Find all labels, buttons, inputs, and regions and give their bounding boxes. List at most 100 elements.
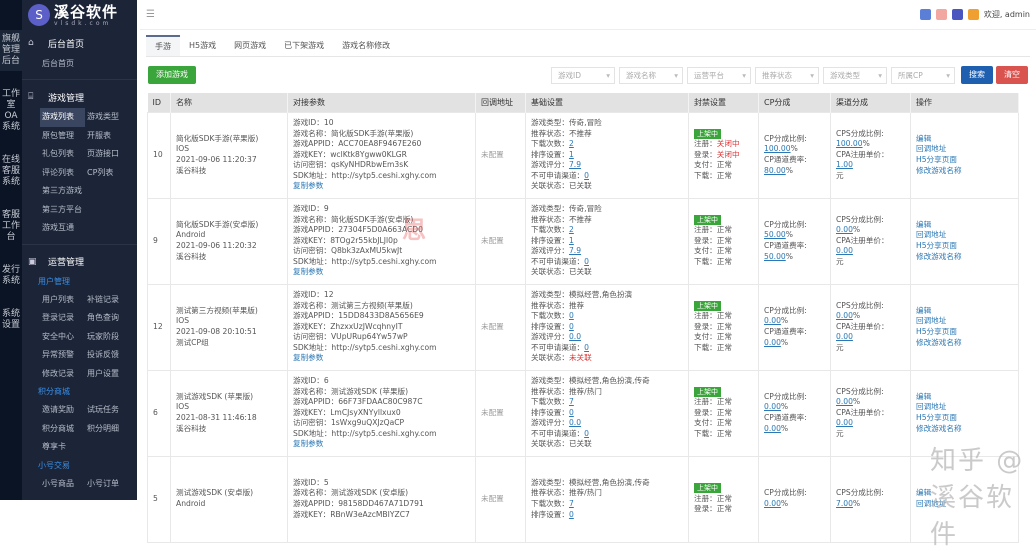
cps-value[interactable]: 0.00 bbox=[836, 397, 853, 406]
delete-cache-icon[interactable] bbox=[935, 9, 947, 20]
copy-params-link[interactable]: 复制参数 bbox=[293, 353, 470, 364]
cps-value[interactable]: 0.00 bbox=[836, 311, 853, 320]
field-value[interactable]: 0 bbox=[584, 171, 589, 180]
action-link[interactable]: 编辑 bbox=[916, 392, 1013, 403]
filter-select[interactable]: 所属CP bbox=[891, 66, 955, 84]
nav-item[interactable]: 评论列表 bbox=[40, 164, 85, 183]
nav-item[interactable]: 游戏列表 bbox=[40, 108, 85, 127]
nav-item[interactable]: 小号商品 bbox=[40, 475, 85, 494]
field-value[interactable]: 0.00 bbox=[836, 418, 853, 427]
field-value[interactable]: 0.0 bbox=[569, 418, 581, 427]
action-link[interactable]: H5分享页面 bbox=[916, 413, 1013, 424]
system-tab[interactable]: 在线客服系统 bbox=[0, 151, 22, 192]
nav-section-game[interactable]: 游戏管理 bbox=[48, 91, 84, 104]
cp-ratio-value[interactable]: 0.00 bbox=[764, 402, 781, 411]
refresh-icon[interactable] bbox=[967, 9, 979, 20]
nav-item[interactable]: 登录记录 bbox=[40, 309, 85, 328]
filter-select[interactable]: 推荐状态 bbox=[755, 66, 819, 84]
field-value[interactable]: 0 bbox=[569, 322, 574, 331]
cp-ratio-value[interactable]: 50.00 bbox=[764, 230, 786, 239]
copy-params-link[interactable]: 复制参数 bbox=[293, 439, 470, 450]
action-link[interactable]: 回调地址 bbox=[916, 402, 1013, 413]
field-value[interactable]: 1 bbox=[569, 236, 574, 245]
system-tab[interactable]: 客服工作台 bbox=[0, 206, 22, 247]
menu-toggle-icon[interactable]: ☰ bbox=[146, 9, 155, 20]
action-link[interactable]: 修改游戏名称 bbox=[916, 424, 1013, 435]
field-value[interactable]: 0 bbox=[569, 311, 574, 320]
field-value[interactable]: 2 bbox=[569, 225, 574, 234]
action-link[interactable]: H5分享页面 bbox=[916, 155, 1013, 166]
welcome-user[interactable]: 欢迎, admin bbox=[984, 9, 1030, 20]
nav-item[interactable]: 投诉反馈 bbox=[85, 346, 130, 365]
tab[interactable]: H5游戏 bbox=[180, 35, 225, 56]
nav-item[interactable]: 异常预警 bbox=[40, 346, 85, 365]
field-value[interactable]: 7 bbox=[569, 397, 574, 406]
filter-select[interactable]: 运营平台 bbox=[687, 66, 751, 84]
action-link[interactable]: 编辑 bbox=[916, 220, 1013, 231]
field-value[interactable]: 0 bbox=[569, 510, 574, 519]
field-value[interactable]: 0 bbox=[584, 429, 589, 438]
nav-item[interactable]: CP列表 bbox=[85, 164, 130, 183]
nav-item[interactable]: 页游接口 bbox=[85, 145, 130, 164]
nav-item[interactable]: 第三方游戏 bbox=[40, 182, 130, 201]
nav-item-home[interactable]: 后台首页 bbox=[22, 54, 137, 73]
copy-params-link[interactable]: 复制参数 bbox=[293, 267, 470, 278]
action-link[interactable]: 修改游戏名称 bbox=[916, 338, 1013, 349]
field-value[interactable]: 7.9 bbox=[569, 246, 581, 255]
filter-select[interactable]: 游戏类型 bbox=[823, 66, 887, 84]
field-value[interactable]: 0.00 bbox=[836, 332, 853, 341]
action-link[interactable]: 回调地址 bbox=[916, 316, 1013, 327]
cp-ratio-value[interactable]: 100.00 bbox=[764, 144, 791, 153]
system-tab[interactable]: 工作室OA系统 bbox=[0, 85, 22, 137]
nav-item[interactable]: 补链记录 bbox=[85, 291, 130, 310]
field-value[interactable]: 0 bbox=[569, 408, 574, 417]
field-value[interactable]: 7.9 bbox=[569, 160, 581, 169]
nav-item[interactable]: 修改记录 bbox=[40, 365, 85, 384]
nav-item[interactable]: 积分明细 bbox=[85, 420, 130, 439]
cp-fee-value[interactable]: 0.00 bbox=[764, 338, 781, 347]
action-link[interactable]: 回调地址 bbox=[916, 230, 1013, 241]
add-game-button[interactable]: 添加游戏 bbox=[148, 66, 196, 84]
nav-item[interactable]: 游戏类型 bbox=[85, 108, 130, 127]
system-tab[interactable]: 发行系统 bbox=[0, 261, 22, 291]
action-link[interactable]: 编辑 bbox=[916, 134, 1013, 145]
nav-item[interactable]: 尊享卡 bbox=[40, 438, 85, 457]
cp-fee-value[interactable]: 50.00 bbox=[764, 252, 786, 261]
nav-item[interactable]: 角色查询 bbox=[85, 309, 130, 328]
cp-ratio-value[interactable]: 0.00 bbox=[764, 499, 781, 508]
field-value[interactable]: 2 bbox=[569, 139, 574, 148]
cp-fee-value[interactable]: 0.00 bbox=[764, 424, 781, 433]
action-link[interactable]: 修改游戏名称 bbox=[916, 252, 1013, 263]
cps-value[interactable]: 0.00 bbox=[836, 225, 853, 234]
filter-select[interactable]: 游戏名称 bbox=[619, 66, 683, 84]
action-link[interactable]: 编辑 bbox=[916, 306, 1013, 317]
field-value[interactable]: 7 bbox=[569, 499, 574, 508]
filter-select[interactable]: 游戏ID bbox=[551, 66, 615, 84]
action-link[interactable]: H5分享页面 bbox=[916, 241, 1013, 252]
cps-value[interactable]: 7.00 bbox=[836, 499, 853, 508]
field-value[interactable]: 0.0 bbox=[569, 332, 581, 341]
nav-item[interactable]: 玩家阶段 bbox=[85, 328, 130, 347]
cp-fee-value[interactable]: 80.00 bbox=[764, 166, 786, 175]
cp-ratio-value[interactable]: 0.00 bbox=[764, 316, 781, 325]
action-link[interactable]: 修改游戏名称 bbox=[916, 166, 1013, 177]
nav-item[interactable]: 积分商城 bbox=[40, 420, 85, 439]
nav-item[interactable]: 小号订单 bbox=[85, 475, 130, 494]
action-link[interactable]: H5分享页面 bbox=[916, 327, 1013, 338]
nav-item[interactable]: 试玩任务 bbox=[85, 401, 130, 420]
system-tab[interactable]: 旗舰管理后台 bbox=[0, 30, 22, 71]
nav-item[interactable]: 用户设置 bbox=[85, 365, 130, 384]
tab[interactable]: 游戏名称修改 bbox=[333, 35, 399, 56]
search-button[interactable]: 搜索 bbox=[961, 66, 993, 84]
tab[interactable]: 已下架游戏 bbox=[275, 35, 333, 56]
nav-group[interactable]: 小号交易 bbox=[22, 457, 137, 475]
nav-group[interactable]: 积分商城 bbox=[22, 383, 137, 401]
home-shortcut-icon[interactable] bbox=[919, 9, 931, 20]
field-value[interactable]: 0.00 bbox=[836, 246, 853, 255]
tab[interactable]: 手游 bbox=[146, 35, 180, 56]
nav-item[interactable]: 邀请奖励 bbox=[40, 401, 85, 420]
tab[interactable]: 网页游戏 bbox=[225, 35, 275, 56]
field-value[interactable]: 0 bbox=[584, 257, 589, 266]
nav-group[interactable]: 用户管理 bbox=[22, 273, 137, 291]
nav-item[interactable]: 开服表 bbox=[85, 127, 130, 146]
